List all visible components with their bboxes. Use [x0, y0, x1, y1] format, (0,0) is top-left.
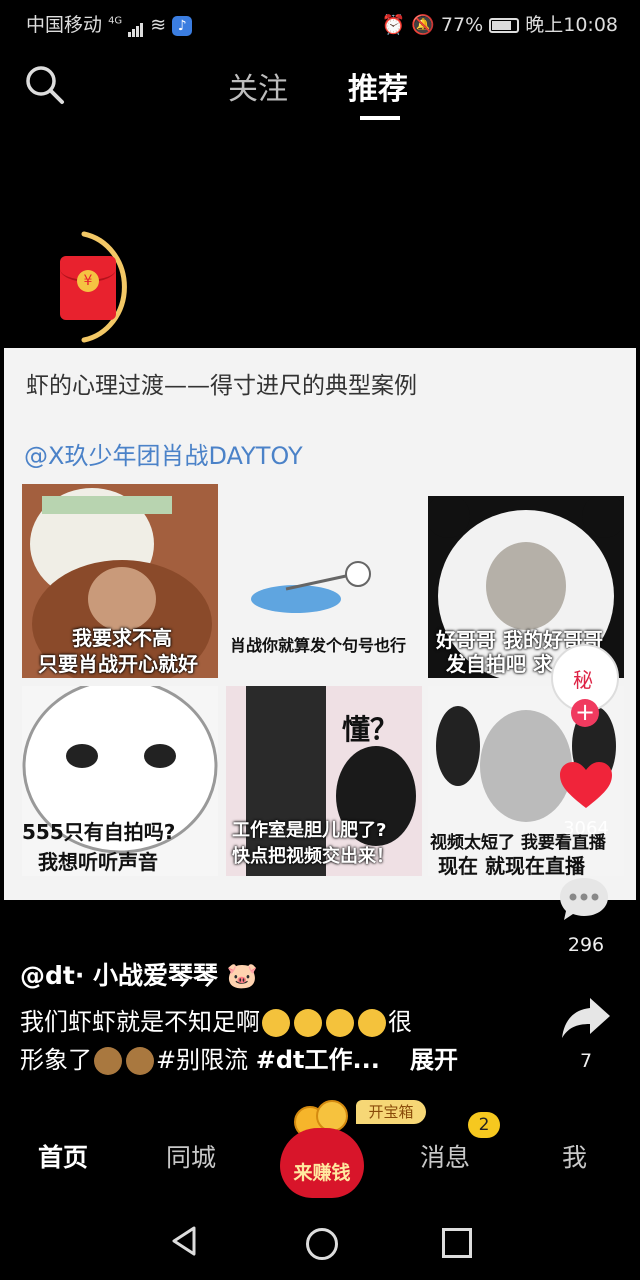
image-watermark-tag: @X玖少年团肖战DAYTOY — [24, 442, 303, 470]
tab-follow[interactable]: 关注 — [228, 64, 288, 108]
treasure-chest-badge[interactable]: 开宝箱 — [356, 1100, 426, 1124]
red-envelope-icon[interactable]: ¥ — [60, 256, 116, 320]
share-count: 7 — [579, 1050, 593, 1072]
music-app-icon: ♪ — [172, 15, 193, 36]
author-name[interactable]: @dt· 小战爱琴琴 🐷 — [20, 956, 258, 992]
avatar-text: 秘 — [573, 668, 593, 692]
author-name-text: @dt· 小战爱琴琴 — [20, 961, 219, 990]
status-left: 中国移动 4G ≋ ♪ — [26, 10, 193, 37]
post-image[interactable]: 虾的心理过渡——得寸进尺的典型案例 @X玖少年团肖战DAYTOY 我要求不高 只… — [4, 348, 636, 900]
panel-caption: 快点把视频交出来！ — [232, 846, 394, 867]
hashtag-link[interactable]: #dt工作... — [256, 1046, 380, 1074]
panel-caption: 肖战你就算发个句号也行 — [230, 636, 407, 655]
carrier-name: 中国移动 — [26, 14, 103, 36]
meme-panel-4: 555只有自拍吗? 我想听听声音 — [22, 686, 218, 876]
back-triangle-icon[interactable] — [170, 1226, 198, 1256]
panel-caption: 懂？ — [342, 713, 399, 746]
comment-icon[interactable] — [558, 876, 610, 922]
panel-caption: 工作室是胆儿肥了? — [232, 820, 387, 841]
earn-money-button[interactable]: 来赚钱 — [280, 1158, 364, 1185]
tab-nearby[interactable]: 同城 — [166, 1138, 216, 1174]
panel-caption: 我想听听声音 — [38, 850, 158, 874]
expand-button[interactable]: 展开 — [410, 1040, 458, 1075]
search-icon[interactable] — [24, 64, 66, 106]
panel-caption: 我要求不高 — [72, 626, 172, 650]
description-text: 很 — [388, 1008, 412, 1036]
yuan-coin-icon: ¥ — [77, 270, 99, 292]
recent-apps-square-icon[interactable] — [442, 1228, 472, 1258]
see-no-evil-monkey-icon — [126, 1047, 154, 1075]
image-title: 虾的心理过渡——得寸进尺的典型案例 — [26, 373, 417, 399]
laugh-cry-emoji-icon — [294, 1009, 322, 1037]
alarm-icon: ⏰ — [381, 14, 406, 36]
tab-messages[interactable]: 消息 — [420, 1138, 470, 1174]
tab-recommend[interactable]: 推荐 — [348, 64, 408, 108]
description-text: 我们虾虾就是不知足啊 — [20, 1008, 260, 1036]
laugh-cry-emoji-icon — [262, 1009, 290, 1037]
laugh-cry-emoji-icon — [358, 1009, 386, 1037]
signal-icon — [128, 14, 144, 37]
status-bar: 中国移动 4G ≋ ♪ ⏰ 🔕 77% 晚上10:08 — [0, 0, 640, 44]
panel-caption: 发自拍吧 求 — [446, 652, 553, 676]
meme-panel-1: 我要求不高 只要肖战开心就好 — [22, 484, 218, 678]
panel-caption: 只要肖战开心就好 — [38, 652, 198, 676]
see-no-evil-monkey-icon — [94, 1047, 122, 1075]
meme-panel-2: 肖战你就算发个句号也行 — [226, 484, 422, 678]
follow-plus-button[interactable]: + — [571, 699, 599, 727]
panel-caption: 现在 就现在直播 — [438, 854, 585, 876]
messages-badge: 2 — [468, 1112, 500, 1138]
clock: 晚上10:08 — [525, 14, 618, 36]
active-tab-indicator — [360, 116, 400, 120]
laugh-cry-emoji-icon — [326, 1009, 354, 1037]
network-type: 4G — [108, 15, 123, 27]
tab-home[interactable]: 首页 — [38, 1138, 88, 1174]
hashtag-link[interactable]: #别限流 — [156, 1046, 248, 1074]
tab-me[interactable]: 我 — [562, 1138, 587, 1174]
comment-count: 296 — [567, 934, 605, 956]
panel-caption: 555只有自拍吗? — [22, 820, 176, 844]
share-arrow-icon[interactable] — [560, 996, 612, 1040]
battery-icon — [489, 18, 520, 33]
wifi-icon: ≋ — [150, 14, 167, 36]
home-circle-icon[interactable] — [306, 1228, 338, 1260]
description-line-1: 我们虾虾就是不知足啊 很 — [20, 1002, 412, 1037]
status-right: ⏰ 🔕 77% 晚上10:08 — [381, 10, 618, 37]
pig-emoji-icon: 🐷 — [226, 961, 258, 990]
description-text: 形象了 — [20, 1046, 92, 1074]
like-heart-icon[interactable] — [558, 760, 614, 812]
battery-percent: 77% — [440, 14, 484, 36]
like-count: 3064 — [563, 818, 609, 839]
mute-icon: 🔕 — [411, 14, 435, 36]
meme-panel-5: 懂？ 工作室是胆儿肥了? 快点把视频交出来！ — [226, 686, 422, 876]
description-line-2: 形象了 #别限流 #dt工作... — [20, 1040, 380, 1075]
